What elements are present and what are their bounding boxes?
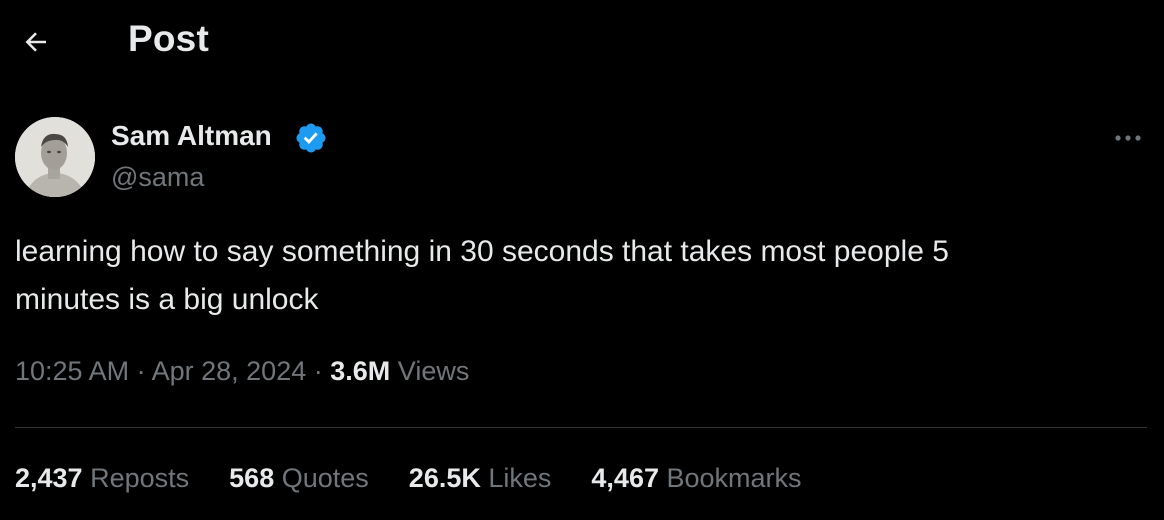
reposts-label: Reposts (90, 463, 190, 493)
post-time[interactable]: 10:25 AM (15, 356, 129, 386)
author-name[interactable]: Sam Altman (111, 120, 272, 152)
quotes-stat[interactable]: 568 Quotes (229, 463, 369, 494)
likes-stat[interactable]: 26.5K Likes (409, 463, 552, 494)
meta-separator: · (313, 356, 331, 386)
verified-badge-icon[interactable] (294, 121, 328, 155)
bookmarks-label: Bookmarks (666, 463, 802, 493)
views-count: 3.6M (330, 356, 391, 386)
post-text: learning how to say something in 30 seco… (15, 235, 949, 316)
bookmarks-count: 4,467 (591, 463, 659, 493)
top-bar: Post (0, 0, 1164, 84)
divider (15, 427, 1147, 428)
quotes-label: Quotes (281, 463, 369, 493)
more-options-button[interactable] (1106, 120, 1150, 156)
meta-separator: · (136, 356, 152, 386)
reposts-count: 2,437 (15, 463, 83, 493)
bookmarks-stat[interactable]: 4,467 Bookmarks (591, 463, 801, 494)
avatar[interactable] (15, 117, 95, 197)
avatar-image (15, 117, 95, 197)
post-date[interactable]: Apr 28, 2024 (152, 356, 307, 386)
likes-count: 26.5K (408, 463, 481, 493)
back-button[interactable] (14, 20, 58, 64)
views-label: Views (397, 356, 470, 386)
author-handle[interactable]: @sama (111, 162, 204, 193)
likes-label: Likes (488, 463, 552, 493)
more-horizontal-icon (1115, 135, 1141, 141)
arrow-left-icon (25, 32, 46, 52)
page-title: Post (128, 18, 209, 59)
post-metadata: 10:25 AM · Apr 28, 2024 · 3.6M Views (15, 356, 469, 387)
quotes-count: 568 (229, 463, 275, 493)
engagement-stats: 2,437 Reposts 568 Quotes 26.5K Likes 4,4… (15, 463, 802, 494)
reposts-stat[interactable]: 2,437 Reposts (15, 463, 189, 494)
